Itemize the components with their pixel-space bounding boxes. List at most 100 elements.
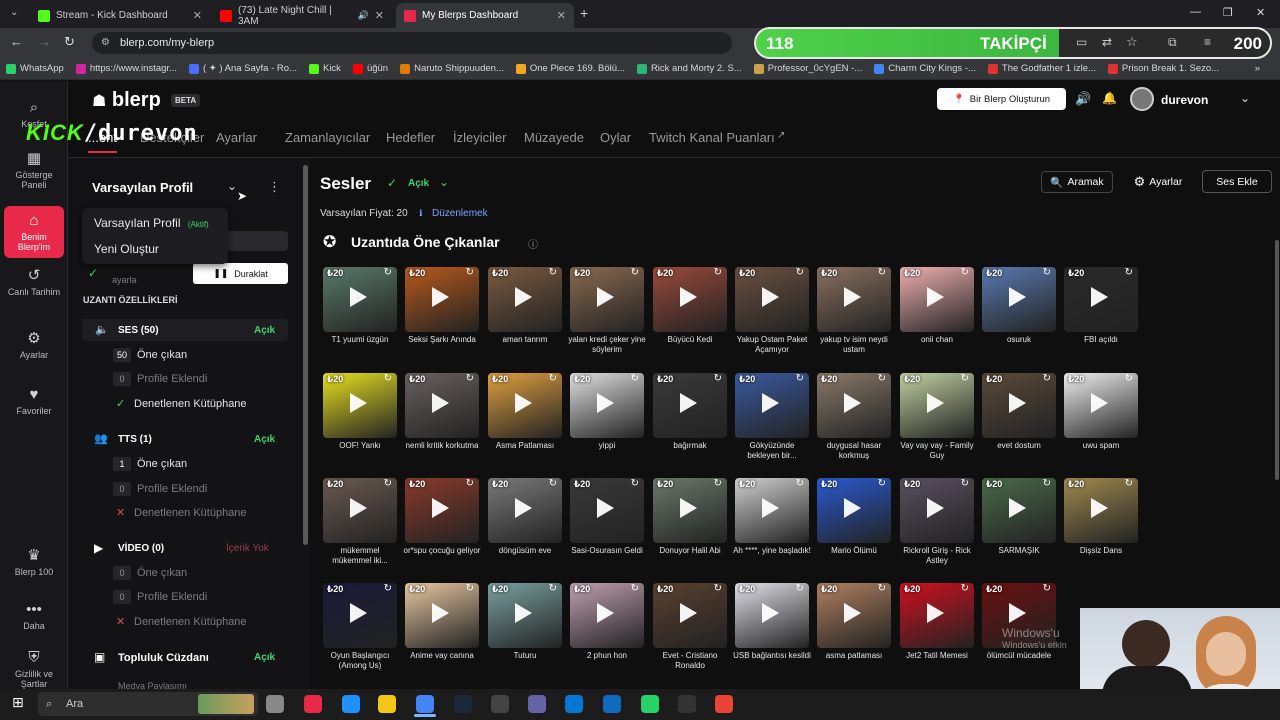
play-icon[interactable] (597, 393, 614, 413)
sound-tile[interactable]: ₺20 ↻ (900, 478, 974, 543)
video-library-item[interactable]: Denetlenen Kütüphane (134, 616, 247, 628)
sidebar-item-grid[interactable]: ▦ Gösterge Paneli (4, 149, 64, 190)
sound-tile[interactable]: ₺20 ↻ (488, 478, 562, 543)
replay-icon[interactable]: ↻ (1125, 478, 1133, 489)
sound-tile[interactable]: ₺20 ↻ (323, 478, 397, 543)
bookmark-item[interactable]: Prison Break 1. Sezo... (1102, 63, 1225, 74)
play-icon[interactable] (1009, 393, 1026, 413)
play-icon[interactable] (680, 603, 697, 623)
replay-icon[interactable]: ↻ (878, 478, 886, 489)
play-icon[interactable] (927, 287, 944, 307)
play-icon[interactable] (515, 287, 532, 307)
epic-games-icon[interactable] (491, 695, 509, 713)
play-icon[interactable] (844, 287, 861, 307)
play-icon[interactable] (1091, 393, 1108, 413)
obs-icon[interactable] (678, 695, 696, 713)
replay-icon[interactable]: ↻ (384, 583, 392, 594)
main-tab[interactable]: Oylar (600, 130, 631, 145)
blerp-logo[interactable]: ☗ blerp (92, 89, 161, 112)
settings-button[interactable]: ⚙ Ayarlar (1122, 171, 1194, 193)
bookmark-item[interactable]: Charm City Kings -... (868, 63, 982, 74)
sounds-status[interactable]: Açık (408, 178, 429, 189)
sound-tile[interactable]: ₺20 ↻ (735, 583, 809, 648)
sound-tile[interactable]: ₺20 ↻ (488, 583, 562, 648)
play-icon[interactable] (680, 498, 697, 518)
play-icon[interactable] (1009, 498, 1026, 518)
play-icon[interactable] (762, 603, 779, 623)
close-tab-icon[interactable]: ✕ (193, 9, 202, 22)
bookmark-item[interactable]: Professor_0cYgEN -... (748, 63, 869, 74)
sound-tile[interactable]: ₺20 ↻ (817, 373, 891, 438)
replay-icon[interactable]: ↻ (631, 373, 639, 384)
site-info-icon[interactable]: ⚙ (101, 32, 110, 54)
dropdown-item-default-profile[interactable]: Varsayılan Profil (Aktif) (94, 216, 209, 230)
sound-tile[interactable]: ₺20 ↻ (405, 267, 479, 332)
sidebar-item-history[interactable]: ↺ Canlı Tarihim (4, 266, 64, 297)
bookmark-item[interactable]: Naruto Shippuuden... (394, 63, 510, 74)
ses-featured-item[interactable]: Öne çıkan (137, 349, 187, 361)
video-featured-item[interactable]: Öne çıkan (137, 567, 187, 579)
edit-price-link[interactable]: Düzenlemek (432, 208, 488, 219)
replay-icon[interactable]: ↻ (796, 583, 804, 594)
bookmarks-overflow-icon[interactable]: » (1255, 63, 1280, 74)
sound-tile[interactable]: ₺20 ↻ (900, 583, 974, 648)
sound-tile[interactable]: ₺20 ↻ (653, 373, 727, 438)
bookmark-item[interactable]: ( ✦ ) Ana Sayfa - Ro... (183, 63, 303, 74)
play-icon[interactable] (762, 287, 779, 307)
replay-icon[interactable]: ↻ (961, 583, 969, 594)
replay-icon[interactable]: ↻ (714, 373, 722, 384)
replay-icon[interactable]: ↻ (384, 373, 392, 384)
dropdown-item-create-new[interactable]: Yeni Oluştur (94, 242, 159, 256)
sidebar-item-crown[interactable]: ♛ Blerp 100 (4, 546, 64, 577)
play-icon[interactable] (350, 393, 367, 413)
sound-tile[interactable]: ₺20 ↻ (570, 583, 644, 648)
close-tab-icon[interactable]: ✕ (375, 9, 384, 22)
replay-icon[interactable]: ↻ (1125, 267, 1133, 278)
play-icon[interactable] (515, 393, 532, 413)
steam-icon[interactable] (454, 695, 472, 713)
replay-icon[interactable]: ↻ (631, 267, 639, 278)
add-sound-button[interactable]: Ses Ekle (1202, 170, 1272, 193)
replay-icon[interactable]: ↻ (878, 583, 886, 594)
replay-icon[interactable]: ↻ (796, 478, 804, 489)
sidebar-item-shield[interactable]: ⛨ Gizlilik ve Şartlar (4, 649, 64, 689)
side-panel-scrollbar[interactable] (303, 165, 308, 545)
tab-list-chevron-icon[interactable]: ⌄ (10, 7, 18, 18)
play-icon[interactable] (844, 393, 861, 413)
task-view-icon[interactable] (266, 695, 284, 713)
store-icon[interactable] (565, 695, 583, 713)
play-icon[interactable] (1091, 287, 1108, 307)
play-icon[interactable] (515, 603, 532, 623)
main-tab[interactable]: Müzayede (524, 130, 584, 145)
outlook-icon[interactable] (603, 695, 621, 713)
teams-icon[interactable] (528, 695, 546, 713)
play-icon[interactable] (432, 603, 449, 623)
tab-blerp[interactable]: My Blerps Dashboard ✕ (396, 3, 574, 28)
chevron-down-icon[interactable]: ⌄ (439, 175, 449, 189)
sound-tile[interactable]: ₺20 ↻ (405, 373, 479, 438)
back-icon[interactable]: ← (10, 34, 23, 49)
tab-youtube[interactable]: (73) Late Night Chill | 3AM 🔊 ✕ (212, 3, 392, 28)
replay-icon[interactable]: ↻ (549, 583, 557, 594)
replay-icon[interactable]: ↻ (1125, 373, 1133, 384)
replay-icon[interactable]: ↻ (961, 478, 969, 489)
play-icon[interactable] (680, 393, 697, 413)
replay-icon[interactable]: ↻ (878, 267, 886, 278)
replay-icon[interactable]: ↻ (466, 267, 474, 278)
tts-status[interactable]: Açık (254, 434, 275, 445)
sound-tile[interactable]: ₺20 ↻ (1064, 478, 1138, 543)
bookmark-item[interactable]: üğün (347, 63, 394, 74)
replay-icon[interactable]: ↻ (466, 583, 474, 594)
sound-tile[interactable]: ₺20 ↻ (817, 267, 891, 332)
play-icon[interactable] (844, 498, 861, 518)
pause-button[interactable]: ❚❚ Duraklat (193, 263, 288, 284)
sidebar-item-home[interactable]: ⌂ Benim Blerp'im (4, 206, 64, 258)
sound-tile[interactable]: ₺20 ↻ (1064, 373, 1138, 438)
kebab-menu-icon[interactable]: ⋮ (268, 179, 281, 195)
replay-icon[interactable]: ↻ (549, 267, 557, 278)
ses-library-item[interactable]: Denetlenen Kütüphane (134, 398, 247, 410)
bell-icon[interactable]: 🔔 (1102, 91, 1117, 105)
play-icon[interactable] (597, 498, 614, 518)
replay-icon[interactable]: ↻ (631, 583, 639, 594)
replay-icon[interactable]: ↻ (878, 373, 886, 384)
